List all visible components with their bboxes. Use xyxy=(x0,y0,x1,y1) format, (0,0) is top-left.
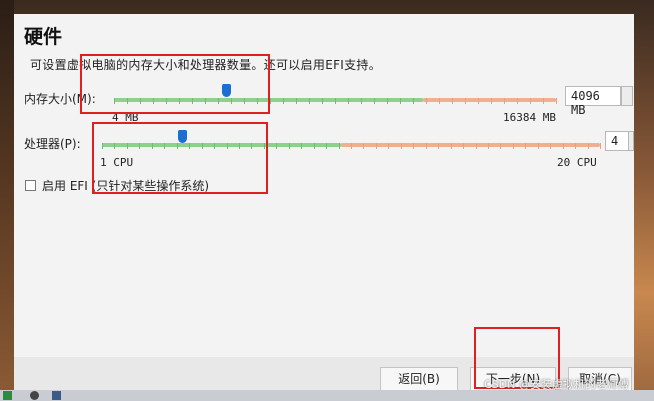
hardware-dialog: 硬件 可设置虚拟电脑的内存大小和处理器数量。还可以启用EFI支持。 内存大小(M… xyxy=(14,14,634,391)
memory-slider-tick xyxy=(361,98,362,104)
processor-slider-tick xyxy=(376,143,377,149)
processor-slider-tick xyxy=(600,143,601,149)
efi-checkbox[interactable] xyxy=(25,180,36,191)
processor-slider-tick xyxy=(351,143,352,149)
memory-slider-tick xyxy=(426,98,427,104)
memory-slider-tick xyxy=(517,98,518,104)
processor-count-input[interactable]: 4 xyxy=(605,131,629,151)
processor-label: 处理器(P): xyxy=(24,137,81,151)
processor-slider-tick xyxy=(438,143,439,149)
memory-slider-tick xyxy=(543,98,544,104)
processor-slider-tick xyxy=(413,143,414,149)
processor-slider-tick xyxy=(276,143,277,149)
memory-slider-tick xyxy=(452,98,453,104)
memory-max-label: 16384 MB xyxy=(503,111,556,124)
processor-slider-tick xyxy=(575,143,576,149)
memory-slider-tick xyxy=(465,98,466,104)
memory-slider-tick xyxy=(374,98,375,104)
processor-slider-tick xyxy=(588,143,589,149)
processor-slider-tick xyxy=(326,143,327,149)
processor-slider-tick xyxy=(563,143,564,149)
memory-slider-tick xyxy=(413,98,414,104)
memory-spin-buttons[interactable] xyxy=(621,86,633,106)
taskbar xyxy=(0,390,654,401)
processor-slider-tick xyxy=(525,143,526,149)
processor-slider-tick xyxy=(426,143,427,149)
processor-slider-tick xyxy=(401,143,402,149)
desktop-background-right xyxy=(634,0,654,390)
processor-slider-tick xyxy=(488,143,489,149)
memory-slider-tick xyxy=(270,98,271,104)
processor-max-label: 20 CPU xyxy=(557,156,597,169)
processor-slider-tick xyxy=(301,143,302,149)
memory-highlight-box xyxy=(80,54,270,114)
processor-slider-warn-band xyxy=(341,143,600,147)
desktop-background-left xyxy=(0,0,14,390)
memory-slider-tick xyxy=(322,98,323,104)
processor-slider-tick xyxy=(550,143,551,149)
memory-slider-tick xyxy=(530,98,531,104)
processor-slider-tick xyxy=(463,143,464,149)
memory-size-input[interactable]: 4096 MB xyxy=(565,86,621,117)
processor-slider-tick xyxy=(388,143,389,149)
memory-slider-tick xyxy=(296,98,297,104)
memory-slider-tick xyxy=(309,98,310,104)
memory-slider-tick xyxy=(387,98,388,104)
memory-slider-tick xyxy=(478,98,479,104)
processor-slider-tick xyxy=(538,143,539,149)
memory-slider-tick xyxy=(491,98,492,104)
processor-slider-tick xyxy=(314,143,315,149)
memory-slider-tick xyxy=(348,98,349,104)
processor-highlight-box xyxy=(92,122,268,194)
back-button[interactable]: 返回(B) xyxy=(380,367,458,391)
processor-slider-tick xyxy=(500,143,501,149)
memory-slider-tick xyxy=(504,98,505,104)
processor-slider-tick xyxy=(513,143,514,149)
processor-slider-tick xyxy=(476,143,477,149)
memory-slider-tick xyxy=(335,98,336,104)
memory-slider-tick xyxy=(556,98,557,104)
memory-slider-tick xyxy=(400,98,401,104)
processor-spin-buttons[interactable] xyxy=(628,131,634,151)
processor-slider-tick xyxy=(363,143,364,149)
memory-slider-tick xyxy=(283,98,284,104)
start-icon[interactable] xyxy=(3,391,12,400)
vm-app-icon[interactable] xyxy=(52,391,61,400)
processor-slider-tick xyxy=(289,143,290,149)
app-icon[interactable] xyxy=(30,391,39,400)
processor-slider-tick xyxy=(451,143,452,149)
memory-slider-tick xyxy=(439,98,440,104)
processor-slider-tick xyxy=(339,143,340,149)
page-title: 硬件 xyxy=(24,26,63,48)
memory-slider-warn-band xyxy=(423,98,556,102)
